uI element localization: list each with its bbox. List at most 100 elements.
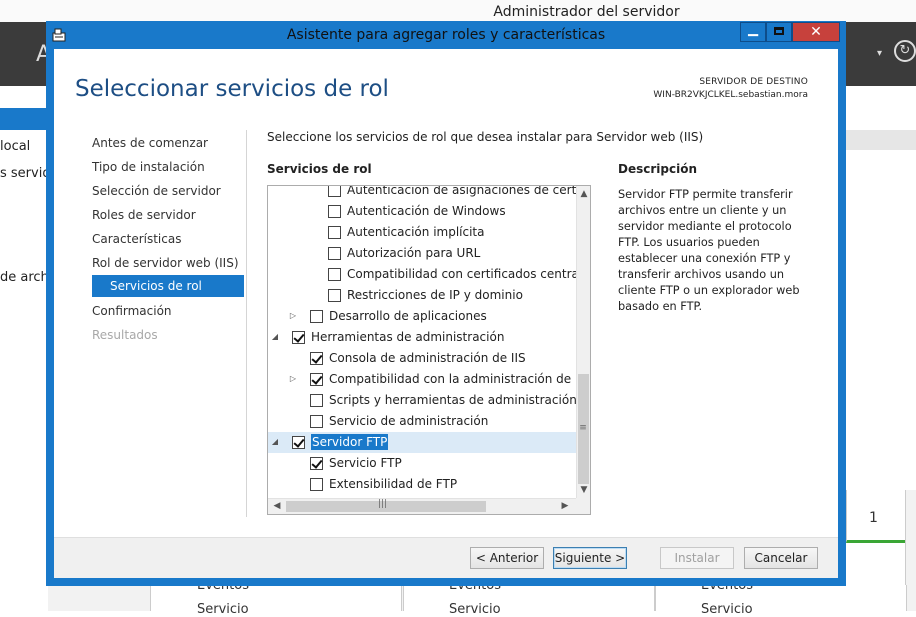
description-header: Descripción xyxy=(618,162,697,176)
tree-row[interactable]: Servicio de administración xyxy=(268,411,576,432)
nav-item-results: Resultados xyxy=(92,328,158,342)
destination-server-label: SERVIDOR DE DESTINO xyxy=(699,77,808,87)
tree-row[interactable]: Autorización para URL xyxy=(268,243,576,264)
sidebar-selected-item[interactable] xyxy=(0,108,48,130)
tree-checkbox[interactable] xyxy=(328,289,341,302)
tree-checkbox[interactable] xyxy=(310,373,323,386)
sidebar-item-servers[interactable]: s servid xyxy=(0,166,51,181)
tree-row[interactable]: Autenticación implícita xyxy=(268,222,576,243)
tree-checkbox[interactable] xyxy=(328,205,341,218)
minimize-icon: ▁ xyxy=(748,22,758,37)
sidebar-item-file-services[interactable]: de arch xyxy=(0,270,49,285)
tree-row[interactable]: ◢ Servidor FTP xyxy=(268,432,576,453)
maximize-icon xyxy=(774,27,784,35)
server-manager-title: Administrador del servidor xyxy=(493,4,680,20)
tree-item-label: Servidor FTP xyxy=(311,434,389,450)
nav-item-installation-type[interactable]: Tipo de instalación xyxy=(92,160,205,174)
tree-checkbox[interactable] xyxy=(328,226,341,239)
tree-item-label: Herramientas de administración xyxy=(311,330,505,344)
tree-item-label: Restricciones de IP y dominio xyxy=(347,288,523,302)
scroll-down-icon[interactable]: ▼ xyxy=(577,482,590,498)
tree-row[interactable]: ◢ Herramientas de administración xyxy=(268,327,576,348)
tree-item-label: Autenticación de asignaciones de certifi… xyxy=(347,186,576,197)
grip-icon: ||| xyxy=(378,499,388,509)
next-button[interactable]: Siguiente > xyxy=(553,547,627,569)
tree-row[interactable]: Extensibilidad de FTP xyxy=(268,474,576,495)
tree-checkbox[interactable] xyxy=(310,394,323,407)
tree-row[interactable]: Servicio FTP xyxy=(268,453,576,474)
tree-item-label: Autenticación implícita xyxy=(347,225,485,239)
tree-item-label: Autenticación de Windows xyxy=(347,204,506,218)
vertical-scrollbar[interactable]: ▲ ≡ ▼ xyxy=(576,186,590,498)
tree-row[interactable]: Autenticación de Windows xyxy=(268,201,576,222)
tree-item-label: Compatibilidad con certificados centrali… xyxy=(347,267,576,281)
tree-row[interactable]: ▷ Compatibilidad con la administración de… xyxy=(268,369,576,390)
nav-item-before-you-begin[interactable]: Antes de comenzar xyxy=(92,136,208,150)
tree-checkbox[interactable] xyxy=(310,478,323,491)
expand-arrow-icon[interactable]: ▷ xyxy=(288,311,298,321)
role-services-header: Servicios de rol xyxy=(267,162,372,176)
tree-items-container: Autenticación de asignaciones de certifi… xyxy=(268,186,576,498)
nav-item-role-services-label: Servicios de rol xyxy=(110,279,202,293)
tree-checkbox[interactable] xyxy=(328,186,341,197)
tree-row[interactable]: Compatibilidad con certificados centrali… xyxy=(268,264,576,285)
server-manager-sidebar xyxy=(0,86,49,611)
description-text: Servidor FTP permite transferir archivos… xyxy=(618,188,800,313)
page-title: Seleccionar servicios de rol xyxy=(75,76,389,102)
instruction-text: Seleccione los servicios de rol que dese… xyxy=(267,130,704,144)
grip-icon: ≡ xyxy=(579,423,587,433)
tree-checkbox[interactable] xyxy=(310,352,323,365)
tree-checkbox[interactable] xyxy=(310,310,323,323)
wizard-title: Asistente para agregar roles y caracterí… xyxy=(286,27,606,43)
scroll-left-icon[interactable]: ◀ xyxy=(270,499,284,514)
nav-item-server-roles[interactable]: Roles de servidor xyxy=(92,208,196,222)
tree-item-label: Desarrollo de aplicaciones xyxy=(329,309,487,323)
tree-item-label: Consola de administración de IIS xyxy=(329,351,526,365)
tree-row[interactable]: ▷ Desarrollo de aplicaciones xyxy=(268,306,576,327)
dashboard-column xyxy=(655,585,907,611)
collapse-arrow-icon[interactable]: ◢ xyxy=(270,437,280,447)
chevron-down-icon[interactable]: ▾ xyxy=(877,48,882,59)
close-icon: ✕ xyxy=(810,24,822,40)
nav-item-server-selection[interactable]: Selección de servidor xyxy=(92,184,221,198)
nav-item-features[interactable]: Características xyxy=(92,232,181,246)
tree-row[interactable]: Autenticación de asignaciones de certifi… xyxy=(268,186,576,201)
scroll-up-icon[interactable]: ▲ xyxy=(577,186,590,202)
cancel-button[interactable]: Cancelar xyxy=(744,547,818,569)
dashboard-services-label[interactable]: Servicio xyxy=(701,602,753,617)
server-manager-gray-bar xyxy=(846,130,916,150)
tree-checkbox[interactable] xyxy=(310,415,323,428)
destination-server-name: WIN-BR2VKJCLKEL.sebastian.mora xyxy=(653,90,808,100)
scrollbar-corner xyxy=(576,498,590,514)
dashboard-column xyxy=(403,585,655,611)
tile-count: 1 xyxy=(869,510,878,526)
expand-arrow-icon[interactable]: ▷ xyxy=(288,374,298,384)
tree-row[interactable]: Consola de administración de IIS xyxy=(268,348,576,369)
horizontal-scrollbar[interactable]: ◀ ||| ▶ xyxy=(268,498,576,514)
tree-checkbox[interactable] xyxy=(310,457,323,470)
close-button[interactable]: ✕ xyxy=(792,22,840,42)
maximize-button[interactable] xyxy=(766,22,792,42)
collapse-arrow-icon[interactable]: ◢ xyxy=(270,332,280,342)
tree-item-label: Extensibilidad de FTP xyxy=(329,477,458,491)
scroll-right-icon[interactable]: ▶ xyxy=(558,499,572,514)
refresh-icon[interactable]: ↻ xyxy=(894,40,916,62)
nav-item-web-server-role[interactable]: Rol de servidor web (IIS) xyxy=(92,256,239,270)
tree-checkbox[interactable] xyxy=(328,247,341,260)
dashboard-services-label[interactable]: Servicio xyxy=(197,602,249,617)
previous-button[interactable]: < Anterior xyxy=(470,547,544,569)
tree-checkbox[interactable] xyxy=(292,331,305,344)
role-services-tree[interactable]: Autenticación de asignaciones de certifi… xyxy=(267,185,591,515)
minimize-button[interactable]: ▁ xyxy=(740,22,766,42)
dashboard-services-label[interactable]: Servicio xyxy=(449,602,501,617)
tree-row[interactable]: Restricciones de IP y dominio xyxy=(268,285,576,306)
tree-item-label: Scripts y herramientas de administración… xyxy=(329,393,576,407)
sidebar-item-local[interactable]: local xyxy=(0,139,30,154)
tree-row[interactable]: Scripts y herramientas de administración… xyxy=(268,390,576,411)
tree-checkbox[interactable] xyxy=(292,436,305,449)
nav-item-confirmation[interactable]: Confirmación xyxy=(92,304,172,318)
dashboard-column xyxy=(150,585,402,611)
tree-checkbox[interactable] xyxy=(328,268,341,281)
tree-item-label: Servicio de administración xyxy=(329,414,489,428)
tree-item-label: Autorización para URL xyxy=(347,246,481,260)
